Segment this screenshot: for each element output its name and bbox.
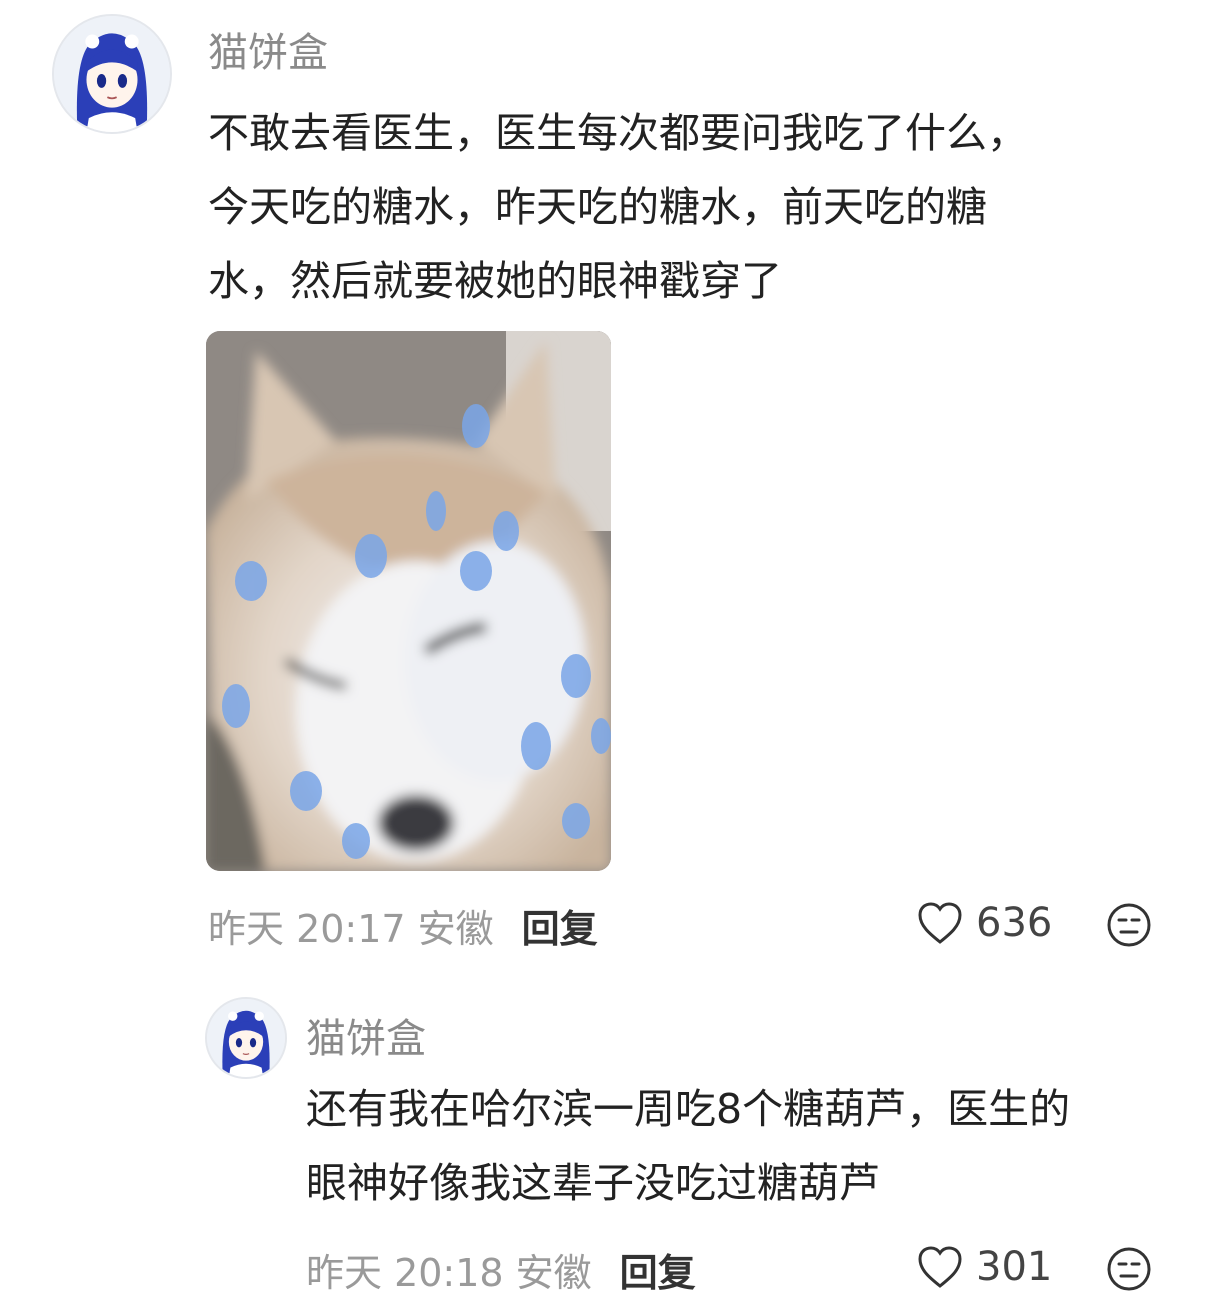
like-button[interactable]: 301 xyxy=(916,1242,1052,1292)
comment-line: 眼神好像我这辈子没吃过糖葫芦 xyxy=(306,1159,880,1207)
username[interactable]: 猫饼盒 xyxy=(306,1006,426,1064)
comment-image-shiba-meme[interactable] xyxy=(206,331,611,871)
heart-outline-icon xyxy=(918,902,962,944)
reply-button[interactable]: 回复 xyxy=(522,907,598,951)
comment-text: 不敢去看医生，医生每次都要问我吃了什么， 今天吃的糖水，昨天吃的糖水，前天吃的糖… xyxy=(208,96,1028,318)
user-avatar[interactable] xyxy=(52,14,172,134)
meh-face-icon[interactable] xyxy=(1106,902,1152,948)
meh-face-icon[interactable] xyxy=(1106,1246,1152,1292)
comment-line: 不敢去看医生，医生每次都要问我吃了什么， xyxy=(208,109,1028,157)
like-count: 301 xyxy=(976,1244,1053,1290)
timestamp-location: 昨天 20:17 安徽 xyxy=(208,907,494,951)
user-avatar[interactable] xyxy=(205,997,287,1079)
comment-text: 还有我在哈尔滨一周吃8个糖葫芦，医生的 眼神好像我这辈子没吃过糖葫芦 xyxy=(306,1072,1070,1220)
like-button[interactable]: 636 xyxy=(916,898,1052,948)
username[interactable]: 猫饼盒 xyxy=(208,20,328,78)
comment-line: 水，然后就要被她的眼神戳穿了 xyxy=(208,257,782,305)
timestamp-location: 昨天 20:18 安徽 xyxy=(306,1251,592,1295)
heart-outline-icon xyxy=(918,1246,962,1288)
like-count: 636 xyxy=(976,900,1053,946)
reply-button[interactable]: 回复 xyxy=(620,1251,696,1295)
comment-meta: 昨天 20:18 安徽 回复 xyxy=(306,1242,696,1297)
comment-meta: 昨天 20:17 安徽 回复 xyxy=(208,898,598,953)
comment-line: 还有我在哈尔滨一周吃8个糖葫芦，医生的 xyxy=(306,1085,1071,1133)
comment-line: 今天吃的糖水，昨天吃的糖水，前天吃的糖 xyxy=(208,183,987,231)
